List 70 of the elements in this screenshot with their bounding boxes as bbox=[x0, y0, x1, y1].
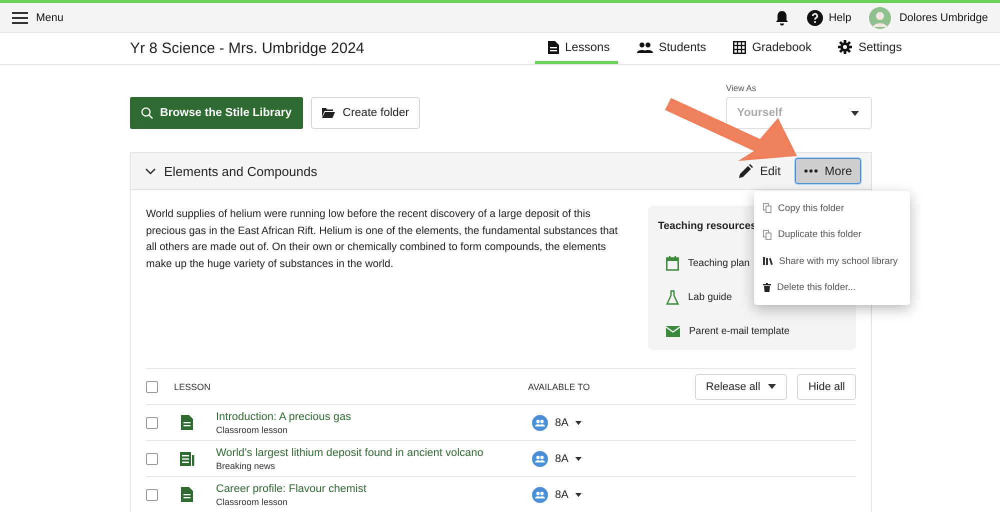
pencil-icon bbox=[738, 164, 753, 178]
more-button[interactable]: More bbox=[794, 158, 861, 184]
calendar-icon bbox=[666, 256, 679, 270]
row-checkbox[interactable] bbox=[146, 488, 158, 500]
view-as-label: View As bbox=[726, 83, 758, 93]
lesson-link[interactable]: Introduction: A precious gas bbox=[216, 410, 532, 422]
settings-icon bbox=[838, 40, 852, 54]
select-all-checkbox[interactable] bbox=[146, 380, 158, 392]
people-icon bbox=[532, 450, 548, 466]
column-header: LESSON bbox=[174, 382, 212, 392]
class-dropdown[interactable]: 8A bbox=[532, 450, 582, 466]
caret-icon bbox=[768, 384, 776, 389]
nav-tab[interactable]: Students bbox=[624, 40, 714, 64]
document-icon bbox=[181, 487, 193, 502]
help-button[interactable]: Help bbox=[806, 10, 852, 26]
collapse-toggle[interactable] bbox=[145, 168, 156, 174]
lesson-type: Classroom lesson bbox=[216, 424, 289, 434]
course-title: Yr 8 Science - Mrs. Umbridge 2024 bbox=[130, 40, 366, 57]
folder-icon bbox=[322, 108, 335, 118]
chevron-icon bbox=[145, 168, 156, 174]
nav-tab[interactable]: Settings bbox=[825, 40, 910, 64]
copy-icon bbox=[763, 230, 772, 240]
row-checkbox[interactable] bbox=[146, 452, 158, 464]
browse-library-button[interactable]: Browse the Stile Library bbox=[130, 97, 303, 129]
create-folder-button[interactable]: Create folder bbox=[310, 97, 420, 129]
menu-icon bbox=[12, 12, 28, 24]
resource-link[interactable]: Lab guide bbox=[688, 292, 732, 302]
people-icon bbox=[532, 486, 548, 502]
lesson-link[interactable]: Career profile: Flavour chemist bbox=[216, 482, 532, 494]
resource-link[interactable]: Teaching plan bbox=[688, 258, 750, 268]
class-dropdown[interactable]: 8A bbox=[532, 414, 582, 430]
resource-link[interactable]: Parent e-mail template bbox=[689, 326, 790, 336]
grid-icon bbox=[733, 40, 746, 54]
caret-icon bbox=[575, 492, 582, 496]
menu-button[interactable]: Menu bbox=[12, 12, 64, 24]
people-icon bbox=[636, 42, 653, 52]
nav-tab[interactable]: Gradebook bbox=[720, 40, 820, 64]
copy-icon bbox=[763, 203, 772, 214]
column-header: AVAILABLE TO bbox=[528, 382, 590, 392]
people-icon bbox=[532, 414, 548, 430]
release-all-button[interactable]: Release all bbox=[694, 374, 788, 400]
envelope-icon bbox=[666, 326, 680, 336]
trash-icon bbox=[763, 283, 771, 292]
document-icon bbox=[548, 40, 559, 54]
folder-description: World supplies of helium were running low before the recent discovery of a large deposit of this precious gas in the East African Rift. Helium is one of the elements, the fundamental substances that all others are made out of. On their own or chemically combined to form compounds, the elements make up the huge variety of substances in the world. bbox=[146, 207, 619, 272]
user-menu-button[interactable]: Dolores Umbridge bbox=[869, 6, 988, 28]
help-icon bbox=[806, 10, 823, 26]
caret-icon bbox=[575, 456, 582, 460]
newspaper-icon bbox=[180, 452, 194, 466]
caret-icon bbox=[575, 420, 582, 424]
flask-icon bbox=[666, 290, 679, 304]
menu-item[interactable]: Delete this folder... bbox=[754, 274, 910, 301]
menu-item[interactable]: Copy this folder bbox=[754, 195, 910, 222]
menu-item[interactable]: Share with my school library bbox=[754, 248, 910, 274]
lesson-link[interactable]: World’s largest lithium deposit found in ancient volcano bbox=[216, 446, 532, 458]
lesson-type: Classroom lesson bbox=[216, 496, 289, 506]
search-icon bbox=[141, 107, 153, 119]
hide-all-button[interactable]: Hide all bbox=[797, 374, 856, 400]
bell-icon[interactable] bbox=[774, 10, 789, 26]
lesson-type: Breaking news bbox=[216, 460, 276, 470]
nav-tab[interactable]: Lessons bbox=[535, 40, 618, 64]
document-icon bbox=[181, 415, 193, 430]
folder-title: Elements and Compounds bbox=[164, 164, 318, 178]
avatar-icon bbox=[869, 6, 892, 28]
edit-button[interactable]: Edit bbox=[732, 164, 787, 178]
caret-icon bbox=[851, 110, 859, 116]
ellipsis-icon bbox=[804, 169, 818, 173]
books-icon bbox=[763, 257, 773, 266]
row-checkbox[interactable] bbox=[146, 416, 158, 428]
class-dropdown[interactable]: 8A bbox=[532, 486, 582, 502]
